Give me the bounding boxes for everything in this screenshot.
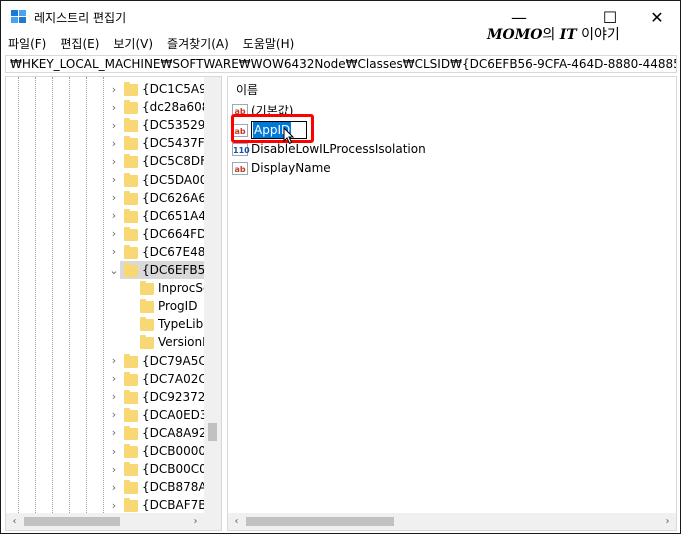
list-horizontal-scroll-thumb[interactable] [246, 517, 394, 526]
tree-item-label: {DC6EFB56 [142, 263, 213, 277]
tree-vertical-scroll-thumb[interactable] [208, 423, 217, 441]
tree-item-label: VersionIr [158, 335, 211, 350]
folder-icon [124, 100, 138, 115]
tree-item-label: {DC535291 [142, 118, 214, 133]
list-scroll-right-arrow[interactable]: › [659, 513, 676, 530]
folder-icon [124, 371, 138, 386]
folder-icon [124, 172, 138, 187]
tree-item-label: {DC67E480 [142, 244, 214, 259]
value-name: DisplayName [251, 161, 331, 175]
expand-chevron-icon[interactable]: › [108, 496, 120, 514]
tree-vertical-scrollbar[interactable] [204, 77, 221, 513]
menu-edit[interactable]: 편집(E) [53, 34, 106, 54]
expand-chevron-icon[interactable]: › [108, 243, 120, 261]
tree-item-label: InprocSe [158, 281, 211, 296]
expand-chevron-icon[interactable]: › [108, 98, 120, 116]
tree-item-label: {DC5437F7 [142, 136, 213, 151]
expand-chevron-icon[interactable]: › [108, 388, 120, 406]
close-button[interactable]: ✕ [634, 1, 680, 33]
folder-icon [124, 263, 138, 277]
menu-bar: 파일(F) 편집(E) 보기(V) 즐겨찾기(A) 도움말(H) [1, 33, 680, 54]
expand-chevron-icon[interactable]: › [108, 134, 120, 152]
folder-icon [124, 136, 138, 151]
list-horizontal-scrollbar[interactable]: ‹ › [228, 513, 676, 530]
annotation-highlight-box [231, 114, 314, 143]
mouse-pointer-icon [283, 127, 295, 145]
folder-icon [124, 82, 138, 96]
folder-icon [124, 353, 138, 368]
tree-item-label: ProgID [158, 299, 198, 314]
menu-favorites[interactable]: 즐겨찾기(A) [160, 34, 236, 54]
tree-horizontal-scroll-thumb[interactable] [24, 517, 120, 526]
folder-icon [140, 317, 154, 332]
folder-icon [124, 389, 138, 404]
expand-chevron-icon[interactable]: › [108, 171, 120, 189]
expand-chevron-icon[interactable]: › [108, 406, 120, 424]
tree-item-label: {DC651A43 [142, 208, 214, 223]
registry-editor-window: 레지스트리 편집기 — ☐ ✕ MOMO의 IT 이야기 파일(F) 편집(E)… [0, 0, 681, 534]
folder-icon [124, 462, 138, 477]
expand-chevron-icon[interactable]: › [108, 424, 120, 442]
tree-item-label: {DCB00009 [142, 444, 214, 458]
expand-chevron-icon[interactable]: › [108, 352, 120, 370]
string-value-icon: ab [232, 161, 248, 175]
folder-icon [124, 407, 138, 422]
tree-item-label: TypeLib [158, 317, 204, 332]
folder-icon [124, 498, 138, 513]
folder-icon [124, 226, 138, 241]
expand-chevron-icon[interactable]: › [108, 207, 120, 225]
tree-horizontal-scrollbar[interactable]: ‹ › [6, 513, 221, 530]
folder-icon [124, 190, 138, 205]
expand-chevron-icon[interactable]: › [108, 152, 120, 170]
folder-icon [124, 208, 138, 223]
folder-icon [140, 335, 154, 350]
value-row-displayname[interactable]: ab DisplayName [232, 159, 331, 177]
folder-icon [124, 154, 138, 169]
folder-icon [124, 480, 138, 495]
address-bar[interactable]: ₩HKEY_LOCAL_MACHINE₩SOFTWARE₩WOW6432Node… [5, 55, 677, 73]
folder-icon [124, 244, 138, 259]
folder-icon [140, 281, 154, 296]
dword-value-icon: 110 [232, 142, 250, 156]
expand-chevron-icon[interactable]: › [108, 370, 120, 388]
tree-scroll-right-arrow[interactable]: › [187, 513, 204, 530]
window-title: 레지스트리 편집기 [34, 11, 127, 25]
expand-chevron-icon[interactable]: › [108, 478, 120, 496]
expand-chevron-icon[interactable]: › [108, 116, 120, 134]
folder-icon [140, 299, 154, 314]
expand-chevron-icon[interactable]: › [108, 225, 120, 243]
tree-scroll-left-arrow[interactable]: ‹ [6, 513, 23, 530]
registry-editor-icon [11, 10, 26, 23]
folder-icon [124, 118, 138, 133]
expand-chevron-icon[interactable]: › [108, 80, 120, 98]
key-tree-pane[interactable]: › {DC1C5A9C › {dc28a608- › {DC535291 › {DC5437F… [5, 76, 222, 531]
folder-icon [124, 444, 138, 458]
expand-chevron-icon[interactable]: › [108, 460, 120, 478]
menu-file[interactable]: 파일(F) [1, 34, 53, 54]
expand-chevron-icon[interactable]: › [108, 189, 120, 207]
menu-view[interactable]: 보기(V) [106, 34, 160, 54]
list-scroll-left-arrow[interactable]: ‹ [228, 513, 245, 530]
folder-icon [124, 425, 138, 440]
collapse-chevron-icon[interactable]: ⌄ [108, 261, 120, 279]
value-name: DisableLowILProcessIsolation [251, 142, 426, 156]
tree-item-label: {dc28a608- [142, 100, 214, 115]
tree-item-label: {DC626A64 [142, 190, 214, 205]
expand-chevron-icon[interactable]: › [108, 442, 120, 460]
tree-item-label: {DC923725 [142, 389, 214, 404]
column-header-name[interactable]: 이름 [236, 81, 258, 98]
menu-help[interactable]: 도움말(H) [236, 34, 302, 54]
